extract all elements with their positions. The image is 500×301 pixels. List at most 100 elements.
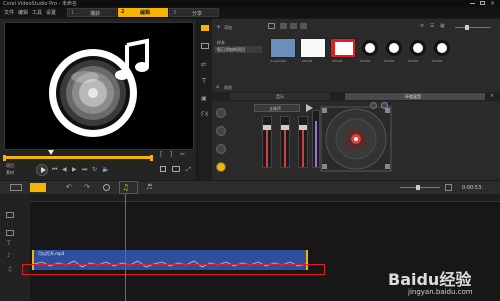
close-options-icon[interactable]: × bbox=[490, 93, 494, 99]
fader-fill bbox=[302, 129, 304, 167]
graphics-icon[interactable]: ▣ bbox=[201, 95, 207, 102]
surround-panner[interactable] bbox=[320, 106, 392, 172]
project-mode-label[interactable]: 项目 bbox=[6, 163, 14, 169]
undo-icon[interactable]: ↶ bbox=[66, 183, 72, 191]
library-thumb[interactable] bbox=[300, 38, 326, 58]
mode-label: 立体声 bbox=[269, 106, 281, 111]
music-track-mixer-icon[interactable] bbox=[216, 162, 226, 172]
sort-icon[interactable]: ≡ bbox=[420, 23, 424, 29]
mark-out-icon[interactable]: ] bbox=[170, 151, 172, 158]
show-photo-icon[interactable] bbox=[290, 23, 297, 29]
library-thumb[interactable] bbox=[270, 38, 296, 58]
fader-knob[interactable] bbox=[299, 125, 307, 130]
overlay-track-mixer-icon[interactable] bbox=[216, 126, 226, 136]
title-track-header[interactable]: T bbox=[4, 240, 26, 250]
list-view-icon[interactable]: ☰ bbox=[430, 23, 434, 29]
mark-in-icon[interactable]: [ bbox=[160, 151, 162, 158]
app-title: Corel VideoStudio Pro - 未命名 bbox=[3, 1, 77, 7]
menu-item-edit[interactable]: 编辑 bbox=[18, 9, 28, 16]
timeline-view-icon[interactable] bbox=[30, 183, 46, 192]
maximize-icon[interactable] bbox=[480, 1, 485, 5]
fullscreen-icon[interactable] bbox=[160, 166, 166, 172]
step-number: 3 bbox=[173, 10, 177, 16]
volume-fader-sub[interactable] bbox=[312, 110, 320, 168]
time-ruler[interactable] bbox=[30, 194, 500, 202]
scrubber-handle[interactable] bbox=[48, 150, 54, 155]
video-track-header[interactable] bbox=[4, 210, 26, 220]
library-thumb-audio[interactable] bbox=[384, 38, 404, 58]
add-folder-icon[interactable]: + bbox=[216, 24, 221, 31]
thumbnail-size-slider[interactable] bbox=[455, 25, 491, 30]
playhead[interactable] bbox=[125, 194, 126, 301]
volume-icon[interactable]: 🔈 bbox=[102, 166, 109, 173]
center-channel-icon[interactable] bbox=[370, 102, 377, 109]
browse-icon[interactable]: ⌂ bbox=[216, 84, 219, 90]
preview-scrubber[interactable] bbox=[4, 156, 152, 159]
slider-knob[interactable] bbox=[416, 185, 420, 190]
step-tab-edit[interactable]: 2 编辑 bbox=[118, 8, 168, 17]
video-track-mixer-icon[interactable] bbox=[216, 108, 226, 118]
library-thumb[interactable] bbox=[330, 38, 356, 58]
volume-fader-left[interactable] bbox=[262, 116, 272, 168]
disc-icon bbox=[410, 40, 426, 56]
play-button[interactable] bbox=[36, 164, 48, 176]
record-capture-icon[interactable] bbox=[103, 184, 110, 191]
volume-fader-center[interactable] bbox=[280, 116, 290, 168]
snapshot-icon[interactable] bbox=[172, 166, 180, 172]
next-frame-icon[interactable]: ⏭ bbox=[82, 166, 87, 174]
close-icon[interactable]: × bbox=[490, 0, 495, 7]
thumb-view-icon[interactable]: ▦ bbox=[440, 23, 445, 29]
overlay-track-header[interactable] bbox=[4, 228, 26, 238]
repeat-icon[interactable]: ↻ bbox=[92, 166, 97, 173]
step-number: 1 bbox=[71, 10, 75, 16]
menu-item-tools[interactable]: 工具 bbox=[32, 9, 42, 16]
auto-music-icon[interactable]: ♬ bbox=[146, 183, 152, 191]
trim-marker-start[interactable] bbox=[3, 155, 6, 161]
fader-knob[interactable] bbox=[281, 125, 289, 130]
step-tab-capture[interactable]: 1 捕获 bbox=[67, 8, 117, 17]
voice-track-mixer-icon[interactable] bbox=[216, 144, 226, 154]
menu-item-file[interactable]: 文件 bbox=[4, 9, 14, 16]
enlarge-preview-icon[interactable]: ⤢ bbox=[186, 166, 191, 174]
fit-timeline-icon[interactable] bbox=[445, 184, 452, 191]
media-icon[interactable] bbox=[201, 25, 209, 31]
sub-channel-icon[interactable] bbox=[381, 102, 388, 109]
speaker-icon-rear-right[interactable] bbox=[385, 164, 390, 169]
menu-item-settings[interactable]: 设置 bbox=[46, 9, 56, 16]
show-video-icon[interactable] bbox=[280, 23, 287, 29]
forward-icon[interactable]: ▶ bbox=[72, 166, 77, 173]
rewind-icon[interactable]: ◀ bbox=[62, 166, 67, 173]
minimize-icon[interactable] bbox=[470, 3, 475, 4]
step-tab-share[interactable]: 3 分享 bbox=[169, 8, 219, 17]
stereo-mode-button[interactable]: 立体声 bbox=[254, 104, 300, 112]
storyboard-view-icon[interactable] bbox=[10, 184, 22, 191]
thumb-label: 3.mp3 000 bbox=[270, 59, 287, 63]
import-media-icon[interactable] bbox=[268, 23, 275, 29]
redo-icon[interactable]: ↷ bbox=[84, 183, 90, 191]
browse-label[interactable]: 浏览 bbox=[224, 85, 232, 91]
library-thumb-audio[interactable] bbox=[408, 38, 428, 58]
library-thumb-audio[interactable] bbox=[432, 38, 452, 58]
fader-knob[interactable] bbox=[263, 125, 271, 130]
instant-project-icon[interactable] bbox=[201, 43, 209, 49]
speaker-icon-front-left[interactable] bbox=[322, 108, 327, 113]
trim-marker-end[interactable] bbox=[150, 155, 153, 161]
slider-knob[interactable] bbox=[465, 25, 469, 30]
volume-fader-right[interactable] bbox=[298, 116, 308, 168]
thumb-label: SP-S01 bbox=[360, 59, 371, 63]
add-folder-label[interactable]: 添加 bbox=[224, 25, 232, 31]
library-thumb-audio[interactable] bbox=[360, 38, 380, 58]
tab-surround-mixer[interactable]: 环绕混音 bbox=[345, 93, 485, 100]
tab-music[interactable]: 音乐 bbox=[230, 93, 330, 100]
folder-added-items[interactable]: 您已添加的项目 bbox=[214, 46, 262, 53]
split-clip-icon[interactable]: ✂ bbox=[180, 151, 185, 158]
show-audio-icon[interactable] bbox=[300, 23, 307, 29]
transition-icon[interactable]: ⇄ bbox=[201, 61, 206, 68]
zoom-slider[interactable] bbox=[400, 185, 440, 190]
filter-fx-icon[interactable]: FX bbox=[201, 111, 209, 118]
clip-mode-label[interactable]: 素材 bbox=[6, 170, 14, 176]
title-text-icon[interactable]: T bbox=[202, 77, 206, 85]
voice-track-header[interactable]: ♪ bbox=[4, 252, 26, 262]
prev-frame-icon[interactable]: ⏮ bbox=[52, 166, 57, 174]
speaker-icon-rear-left[interactable] bbox=[322, 164, 327, 169]
